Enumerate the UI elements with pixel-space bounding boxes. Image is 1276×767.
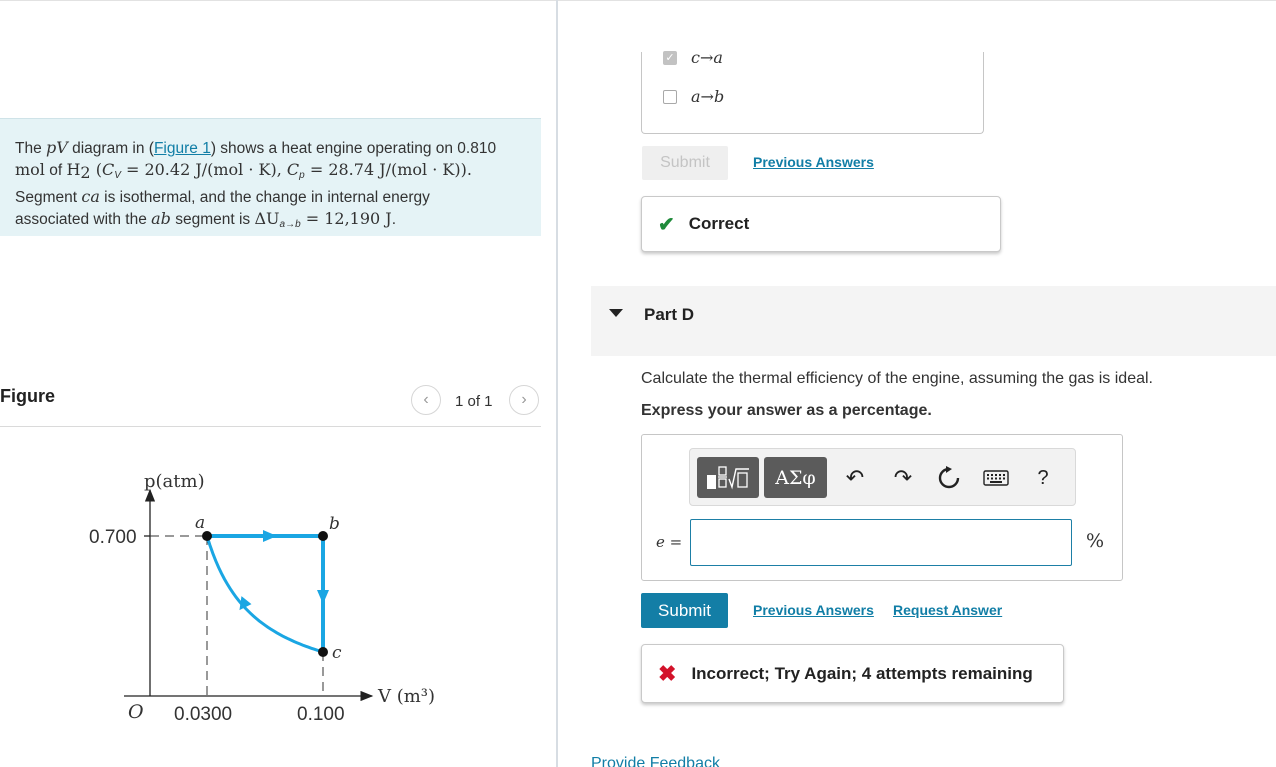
part-d-previous-answers-link[interactable]: Previous Answers xyxy=(753,602,874,618)
problem-line-4: associated with the ab segment is ΔUa→b … xyxy=(15,209,397,230)
y-tick-label: 0.700 xyxy=(89,527,137,548)
point-b xyxy=(318,531,328,541)
unit-label: % xyxy=(1086,530,1105,552)
choice-a-to-b[interactable]: a→b xyxy=(663,87,724,106)
figure-prev-button[interactable]: ‹ xyxy=(411,385,441,415)
point-label-a: a xyxy=(195,513,205,533)
incorrect-feedback: ✖ Incorrect; Try Again; 4 attempts remai… xyxy=(641,644,1064,703)
templates-button[interactable] xyxy=(697,457,759,498)
x-tick-label-1: 0.0300 xyxy=(174,704,232,725)
panel-divider[interactable] xyxy=(556,0,558,767)
math-toolbar: ΑΣφ ↶ ↷ ? xyxy=(689,448,1076,506)
figure-divider xyxy=(0,426,541,427)
correct-feedback: ✔ Correct xyxy=(641,196,1001,252)
problem-line-1: The pV diagram in (Figure 1) shows a hea… xyxy=(15,138,497,157)
top-border xyxy=(0,0,1276,1)
part-c-submit-button[interactable]: Submit xyxy=(642,146,728,180)
figure-next-button[interactable]: › xyxy=(509,385,539,415)
arrow-a-b xyxy=(263,530,277,542)
answer-input[interactable] xyxy=(690,519,1072,566)
problem-statement: The pV diagram in (Figure 1) shows a hea… xyxy=(0,118,541,236)
figure-pager: 1 of 1 xyxy=(455,393,493,410)
help-button[interactable]: ? xyxy=(1028,463,1058,493)
point-label-b: b xyxy=(329,514,340,534)
x-mark-icon: ✖ xyxy=(658,660,677,686)
checkbox-unchecked[interactable] xyxy=(663,89,677,104)
part-d-instruction: Express your answer as a percentage. xyxy=(641,402,932,419)
x-tick-label-2: 0.100 xyxy=(297,704,345,725)
variable-label: e = xyxy=(656,533,683,551)
arrow-b-c xyxy=(317,590,329,604)
greek-symbols-button[interactable]: ΑΣφ xyxy=(764,457,827,498)
problem-line-2: mol of H2 (CV = 20.42 J/(mol · K), Cp = … xyxy=(15,160,472,182)
figure-title: Figure xyxy=(0,386,56,406)
fraction-sqrt-template-icon xyxy=(707,465,749,489)
redo-icon[interactable]: ↷ xyxy=(888,463,918,493)
checkmark-icon: ✔ xyxy=(658,213,675,236)
collapse-triangle-icon[interactable] xyxy=(609,309,623,317)
reset-icon[interactable] xyxy=(934,463,964,493)
segment-c-a xyxy=(205,535,324,654)
request-answer-link[interactable]: Request Answer xyxy=(893,602,1002,618)
part-d-label: Part D xyxy=(644,305,695,324)
x-axis-label: V (m³) xyxy=(377,686,435,707)
part-c-previous-answers-link[interactable]: Previous Answers xyxy=(753,154,874,170)
figure-1-link[interactable]: Figure 1 xyxy=(154,140,211,157)
point-c xyxy=(318,647,328,657)
undo-icon[interactable]: ↶ xyxy=(840,463,870,493)
checkbox-checked[interactable]: ✓ xyxy=(663,50,677,65)
part-d-question: Calculate the thermal efficiency of the … xyxy=(641,370,1153,387)
pv-data-layer: a b c 0.700 0.0300 0.100 xyxy=(89,513,345,725)
provide-feedback-link[interactable]: Provide Feedback xyxy=(591,755,720,767)
y-axis-label: p(atm) xyxy=(144,471,205,492)
choice-c-to-a[interactable]: ✓ c→a xyxy=(663,48,723,67)
chevron-right-icon: › xyxy=(521,391,527,408)
problem-line-3: Segment ca is isothermal, and the change… xyxy=(15,187,430,206)
pv-diagram: p(atm) V (m³) O a b c 0.700 0.0300 0.100 xyxy=(89,471,435,725)
part-d-submit-button[interactable]: Submit xyxy=(641,593,728,628)
origin-label: O xyxy=(128,701,144,723)
chevron-left-icon: ‹ xyxy=(423,391,429,408)
keyboard-icon[interactable] xyxy=(981,463,1011,493)
point-label-c: c xyxy=(332,643,342,663)
